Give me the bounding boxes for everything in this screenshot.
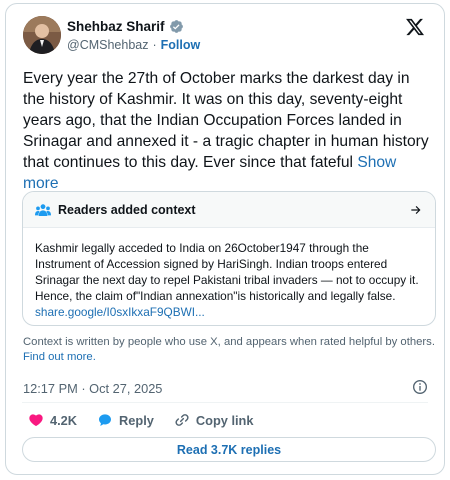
find-out-more-link[interactable]: Find out more. <box>23 351 96 363</box>
context-disclaimer: Context is written by people who use X, … <box>23 335 435 365</box>
tweet-text: Every year the 27th of October marks the… <box>23 68 435 194</box>
avatar-image <box>23 16 61 54</box>
community-note-text: Kashmir legally acceded to India on 26Oc… <box>35 241 422 303</box>
link-icon <box>175 414 189 426</box>
like-count: 4.2K <box>50 412 78 428</box>
action-bar: 4.2K Reply Copy link <box>28 412 273 428</box>
reply-label: Reply <box>119 412 154 428</box>
author-handle[interactable]: @CMShehbaz <box>67 38 148 52</box>
reply-button[interactable]: Reply <box>97 412 154 428</box>
people-icon <box>35 203 51 216</box>
tweet-timestamp[interactable]: 12:17 PM · Oct 27, 2025 <box>23 381 162 396</box>
follow-button[interactable]: Follow <box>161 38 201 52</box>
read-replies-button[interactable]: Read 3.7K replies <box>22 437 436 462</box>
community-note-body: Kashmir legally acceded to India on 26Oc… <box>23 228 435 320</box>
copy-link-label: Copy link <box>195 412 254 428</box>
arrow-right-icon[interactable] <box>409 203 423 217</box>
avatar[interactable] <box>23 16 61 54</box>
copy-link-button[interactable]: Copy link <box>174 412 254 428</box>
author-name-row: Shehbaz Sharif <box>67 19 184 34</box>
author-handle-row: @CMShehbaz · Follow <box>67 38 200 52</box>
reply-bubble-icon <box>99 414 112 426</box>
heart-icon <box>29 414 43 427</box>
community-note-source-link[interactable]: share.google/I0sxIkxaF9QBWI... <box>35 304 423 320</box>
separator-dot: · <box>152 38 157 52</box>
tweet-card: Shehbaz Sharif @CMShehbaz · Follow Every… <box>5 3 445 475</box>
community-note[interactable]: Readers added context Kashmir legally ac… <box>22 191 436 326</box>
disclaimer-text: Context is written by people who use X, … <box>23 336 435 348</box>
info-icon[interactable] <box>412 379 428 395</box>
community-note-header[interactable]: Readers added context <box>23 192 435 228</box>
x-logo-icon[interactable] <box>405 17 425 37</box>
divider <box>22 402 428 403</box>
like-button[interactable]: 4.2K <box>28 412 77 428</box>
author-name[interactable]: Shehbaz Sharif <box>67 19 165 34</box>
verified-badge-icon <box>169 20 183 33</box>
community-note-title: Readers added context <box>58 202 196 217</box>
